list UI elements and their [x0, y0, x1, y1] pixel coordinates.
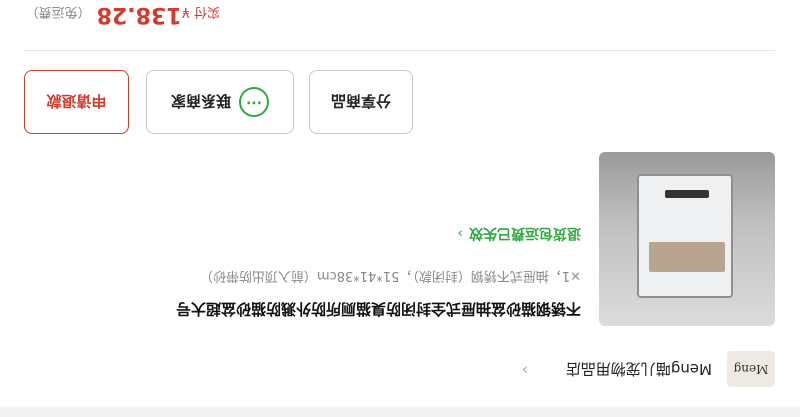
chat-bubble-icon: ···	[239, 87, 270, 117]
chevron-right-icon: ›	[457, 225, 463, 241]
product-spec: ×1，抽屉式不锈钢（封闭款），51*41*38cm（前入顶出防带砂）	[199, 268, 581, 283]
shipping-note: （免运费）	[25, 4, 91, 19]
request-refund-button[interactable]: 申请退款	[24, 70, 129, 134]
product-image-slot	[665, 190, 709, 198]
currency-symbol: ¥	[181, 4, 190, 19]
divider	[24, 50, 775, 51]
paid-amount: 138.28	[96, 2, 182, 27]
shop-logo: Meng	[727, 351, 775, 387]
share-product-label: 分享商品	[331, 92, 392, 111]
return-shipping-link[interactable]: 退货包运费已失效 ›	[457, 224, 581, 244]
shop-name[interactable]: Meng喵儿宠物用品店	[566, 359, 712, 380]
chevron-right-icon: ›	[521, 361, 528, 380]
product-image-drawer	[649, 242, 725, 272]
paid-label: 实付	[189, 4, 220, 19]
order-detail-page: Meng Meng喵儿宠物用品店 › 不锈钢猫砂盆抽屉式全封闭防臭猫厕所防外溅防…	[0, 0, 800, 417]
contact-seller-button[interactable]: ··· 联系商家	[146, 70, 294, 134]
request-refund-label: 申请退款	[46, 92, 107, 111]
shop-header[interactable]: Meng Meng喵儿宠物用品店 ›	[0, 337, 800, 407]
top-gap	[0, 407, 800, 417]
return-shipping-label: 退货包运费已失效	[469, 225, 581, 241]
product-image[interactable]	[599, 152, 775, 326]
contact-seller-label: 联系商家	[171, 92, 232, 111]
payment-summary: 实付 ¥138.28 （免运费）	[26, 2, 220, 27]
share-product-button[interactable]: 分享商品	[309, 70, 413, 134]
product-title[interactable]: 不锈钢猫砂盆抽屉式全封闭防臭猫厕所防外溅防猫砂盆超大号	[21, 299, 581, 320]
